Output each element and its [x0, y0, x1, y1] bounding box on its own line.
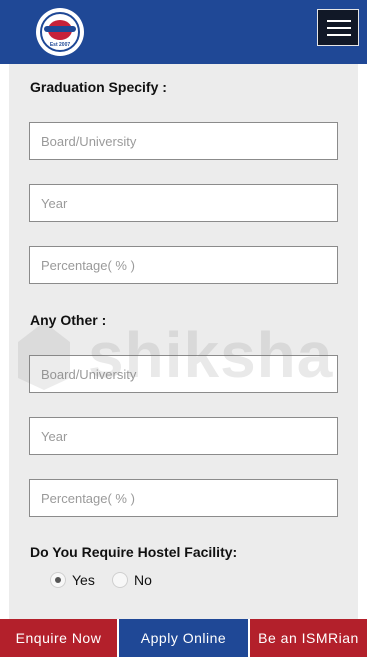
menu-bar-line: [327, 34, 351, 36]
logo-wing: [44, 26, 76, 32]
institute-logo[interactable]: Est 2007: [36, 8, 84, 56]
radio-no-icon[interactable]: [112, 572, 128, 588]
site-header: Est 2007: [0, 0, 367, 64]
logo-established-text: Est 2007: [49, 42, 71, 48]
graduation-section-label: Graduation Specify :: [30, 79, 167, 95]
other-year-input[interactable]: [29, 417, 338, 455]
other-board-university-input[interactable]: [29, 355, 338, 393]
graduation-percentage-input[interactable]: [29, 246, 338, 284]
be-an-ismrian-button[interactable]: Be an ISMRian: [250, 619, 367, 657]
hostel-facility-label: Do You Require Hostel Facility:: [30, 544, 238, 560]
hostel-option-yes[interactable]: Yes: [50, 568, 95, 592]
radio-yes-label: Yes: [72, 572, 95, 588]
menu-bar-line: [327, 20, 351, 22]
radio-yes-icon[interactable]: [50, 572, 66, 588]
hostel-option-no[interactable]: No: [112, 568, 152, 592]
apply-online-button[interactable]: Apply Online: [119, 619, 248, 657]
radio-no-label: No: [134, 572, 152, 588]
any-other-section-label: Any Other :: [30, 312, 107, 328]
other-percentage-input[interactable]: [29, 479, 338, 517]
menu-bar-line: [327, 27, 351, 29]
bottom-action-bar: Enquire Now Apply Online Be an ISMRian: [0, 619, 367, 657]
graduation-board-university-input[interactable]: [29, 122, 338, 160]
enquire-now-button[interactable]: Enquire Now: [0, 619, 117, 657]
graduation-year-input[interactable]: [29, 184, 338, 222]
hamburger-menu-icon[interactable]: [317, 9, 359, 46]
